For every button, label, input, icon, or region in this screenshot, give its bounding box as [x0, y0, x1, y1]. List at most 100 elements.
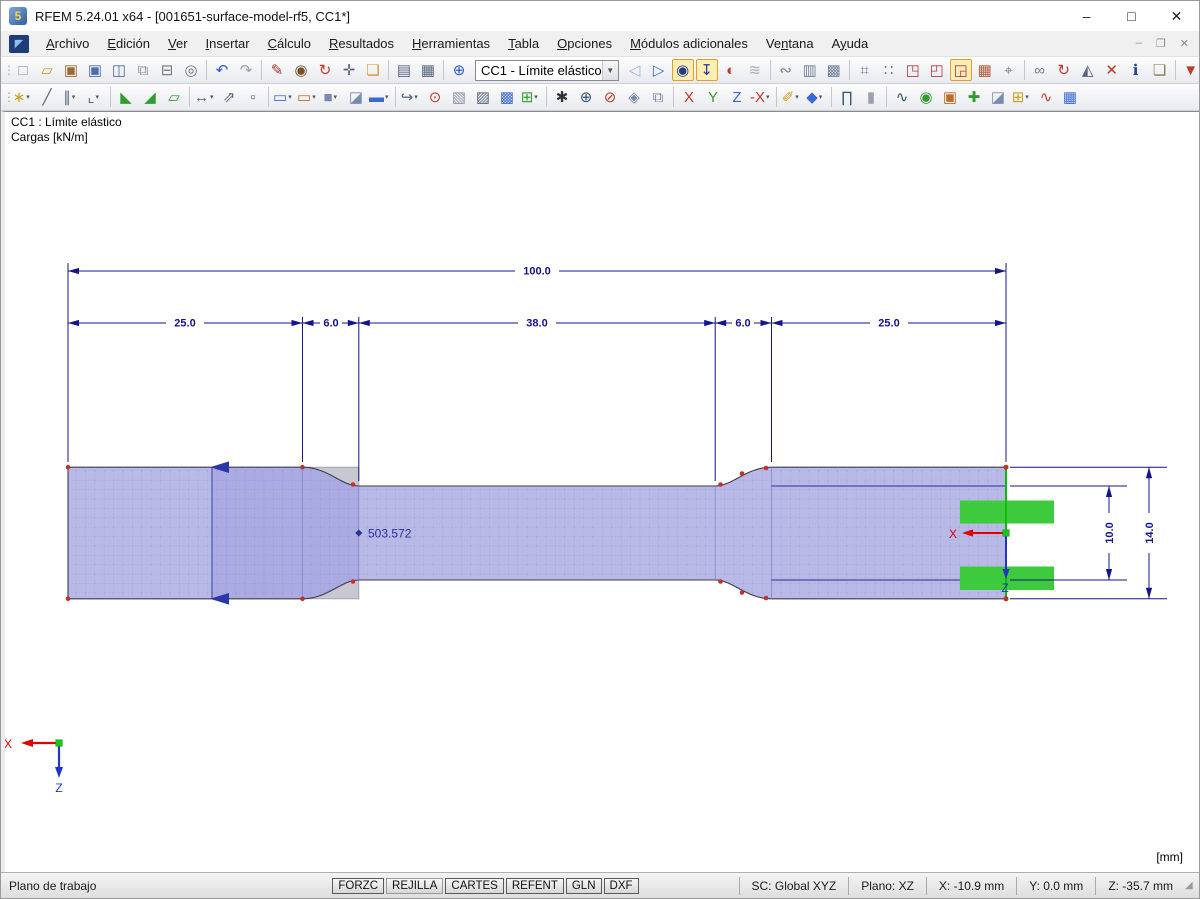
menu-ventana[interactable]: Ventana — [757, 31, 823, 57]
status-toggle-refent[interactable]: REFENT — [505, 877, 564, 894]
zoom-out-button[interactable]: ⊘ — [599, 86, 621, 108]
new-surface-button[interactable]: ▭ ▾ — [273, 86, 295, 108]
save-button[interactable]: ◫ — [108, 59, 130, 81]
print-preview-button[interactable]: ◎ — [180, 59, 202, 81]
mesh-refinement-button[interactable]: ▩ — [496, 86, 518, 108]
dropdown-caret-icon[interactable]: ▾ — [534, 93, 541, 101]
result-table-button[interactable]: ▦ — [1059, 86, 1081, 108]
show-result-values-button[interactable]: ≋ — [744, 59, 766, 81]
result-diagram-button[interactable]: ∿ — [1035, 86, 1057, 108]
solid-results-button[interactable]: ▣ — [939, 86, 961, 108]
measure-button[interactable]: ∏ — [836, 86, 858, 108]
zoom-in-button[interactable]: ⊕ — [575, 86, 597, 108]
select-objects-button[interactable]: ∞ — [1029, 59, 1051, 81]
new-node-button[interactable]: ∗ ▾ — [12, 86, 34, 108]
status-toggle-cartes[interactable]: CARTES — [445, 877, 504, 894]
dropdown-caret-icon[interactable]: ▾ — [795, 93, 802, 101]
info-button[interactable]: ℹ — [1125, 59, 1147, 81]
dropdown-caret-icon[interactable]: ▾ — [414, 93, 421, 101]
edit-loads-button[interactable]: ✎ — [266, 59, 288, 81]
surface-support-button[interactable]: ▱ — [163, 86, 185, 108]
slope-button[interactable]: ⇗ — [218, 86, 240, 108]
zoom-window-button[interactable]: ✱ — [551, 86, 573, 108]
regenerate-button[interactable]: ↻ — [314, 59, 336, 81]
visual-style-button[interactable]: ◆ ▾ — [805, 86, 827, 108]
mdi-restore-button[interactable]: ❐ — [1156, 37, 1166, 50]
delete-button[interactable]: ✕ — [1101, 59, 1123, 81]
combobox-dropdown-icon[interactable]: ▼ — [601, 60, 618, 80]
menu-ayuda[interactable]: Ayuda — [823, 31, 878, 57]
menu-insertar[interactable]: Insertar — [197, 31, 259, 57]
open-project-button[interactable]: ▱ — [36, 59, 58, 81]
mdi-close-button[interactable]: ✕ — [1180, 37, 1189, 50]
dropdown-caret-icon[interactable]: ▾ — [312, 93, 319, 101]
deformation-button[interactable]: ✚ — [963, 86, 985, 108]
dropdown-caret-icon[interactable]: ▾ — [334, 93, 341, 101]
member-results-button[interactable]: ∿ — [891, 86, 913, 108]
close-button[interactable]: ✕ — [1154, 1, 1199, 31]
show-load-values-toggle[interactable]: ↧ — [695, 59, 718, 81]
menu-resultados[interactable]: Resultados — [320, 31, 403, 57]
save-model-button[interactable]: ▣ — [84, 59, 106, 81]
nodal-support-button[interactable]: ◣ — [115, 86, 137, 108]
dropdown-caret-icon[interactable]: ▾ — [26, 93, 33, 101]
view-minus-x-button[interactable]: -X ▾ — [750, 86, 772, 108]
status-toggle-rejilla[interactable]: REJILLA — [386, 877, 444, 894]
menu-opciones[interactable]: Opciones — [548, 31, 621, 57]
refine-mesh-2-button[interactable]: ▨ — [472, 86, 494, 108]
next-load-case-button[interactable]: ▷ — [648, 59, 670, 81]
new-member-button[interactable]: ∥ ▾ — [60, 86, 82, 108]
copy-button[interactable]: ⧉ — [132, 59, 154, 81]
frame-panel-button[interactable]: ▥ — [799, 59, 821, 81]
default-view-button[interactable]: ▼ — [1180, 59, 1200, 81]
new-window-button[interactable]: ❏ — [362, 59, 384, 81]
load-case-button[interactable]: ⊕ — [448, 59, 470, 81]
table-grid-button[interactable]: ▦ — [417, 59, 439, 81]
insert-node-button[interactable]: ⊙ — [424, 86, 446, 108]
dropdown-caret-icon[interactable]: ▾ — [1025, 93, 1032, 101]
select-plane-button[interactable]: ⌖ — [998, 59, 1020, 81]
undo-button[interactable]: ↶ — [211, 59, 233, 81]
fe-mesh-button[interactable]: ▦ — [974, 59, 996, 81]
mouse-functions-button[interactable]: ▮ — [860, 86, 882, 108]
mdi-minimize-button[interactable]: – — [1136, 37, 1142, 50]
menu-tabla[interactable]: Tabla — [499, 31, 548, 57]
table-list-button[interactable]: ▤ — [393, 59, 415, 81]
mesh-generate-button[interactable]: ⊞ ▾ — [520, 86, 542, 108]
smooth-results-button[interactable]: ◪ — [987, 86, 1009, 108]
new-opening-button[interactable]: ▭ ▾ — [297, 86, 319, 108]
dropdown-caret-icon[interactable]: ▾ — [385, 93, 391, 101]
view-z-button[interactable]: Z — [726, 86, 748, 108]
new-solid-button[interactable]: ■ ▾ — [321, 86, 343, 108]
new-document-button[interactable]: □ — [12, 59, 34, 81]
guide-lines-button[interactable]: ▫ — [242, 86, 264, 108]
new-line-button[interactable]: ╱ — [36, 86, 58, 108]
work-plane-xz-toggle[interactable]: ◲ — [949, 59, 972, 81]
show-objects-button[interactable]: ◉ — [290, 59, 312, 81]
surface-results-button[interactable]: ◉ — [915, 86, 937, 108]
dropdown-caret-icon[interactable]: ▾ — [766, 93, 772, 101]
dropdown-caret-icon[interactable]: ▾ — [210, 93, 216, 101]
work-plane-yz-button[interactable]: ◰ — [926, 59, 948, 81]
mirror-button[interactable]: ◭ — [1077, 59, 1099, 81]
previous-load-case-button[interactable]: ◁ — [624, 59, 646, 81]
dropdown-caret-icon[interactable]: ▾ — [288, 93, 295, 101]
line-support-button[interactable]: ◢ — [139, 86, 161, 108]
load-case-combobox[interactable]: CC1 - Límite elástico ▼ — [475, 59, 619, 81]
menu-ver[interactable]: Ver — [159, 31, 197, 57]
menu-edicion[interactable]: Edición — [98, 31, 159, 57]
print-button[interactable]: ⊟ — [156, 59, 178, 81]
status-toggle-forzc[interactable]: FORZC — [332, 877, 385, 894]
maximize-button[interactable]: □ — [1109, 1, 1154, 31]
menu-modulos-adicionales[interactable]: Módulos adicionales — [621, 31, 757, 57]
frame-panel-2-button[interactable]: ▩ — [823, 59, 845, 81]
minimize-button[interactable]: – — [1064, 1, 1109, 31]
edit-values-button[interactable]: ✛ — [338, 59, 360, 81]
connect-members-button[interactable]: ∾ — [775, 59, 797, 81]
menu-herramientas[interactable]: Herramientas — [403, 31, 499, 57]
rotate-view-button[interactable]: ↻ — [1053, 59, 1075, 81]
dropdown-caret-icon[interactable]: ▾ — [819, 93, 826, 101]
show-results-button[interactable]: ◐ — [720, 59, 742, 81]
resize-grip[interactable]: ◢ — [1185, 880, 1199, 891]
menu-archivo[interactable]: Archivo — [37, 31, 98, 57]
